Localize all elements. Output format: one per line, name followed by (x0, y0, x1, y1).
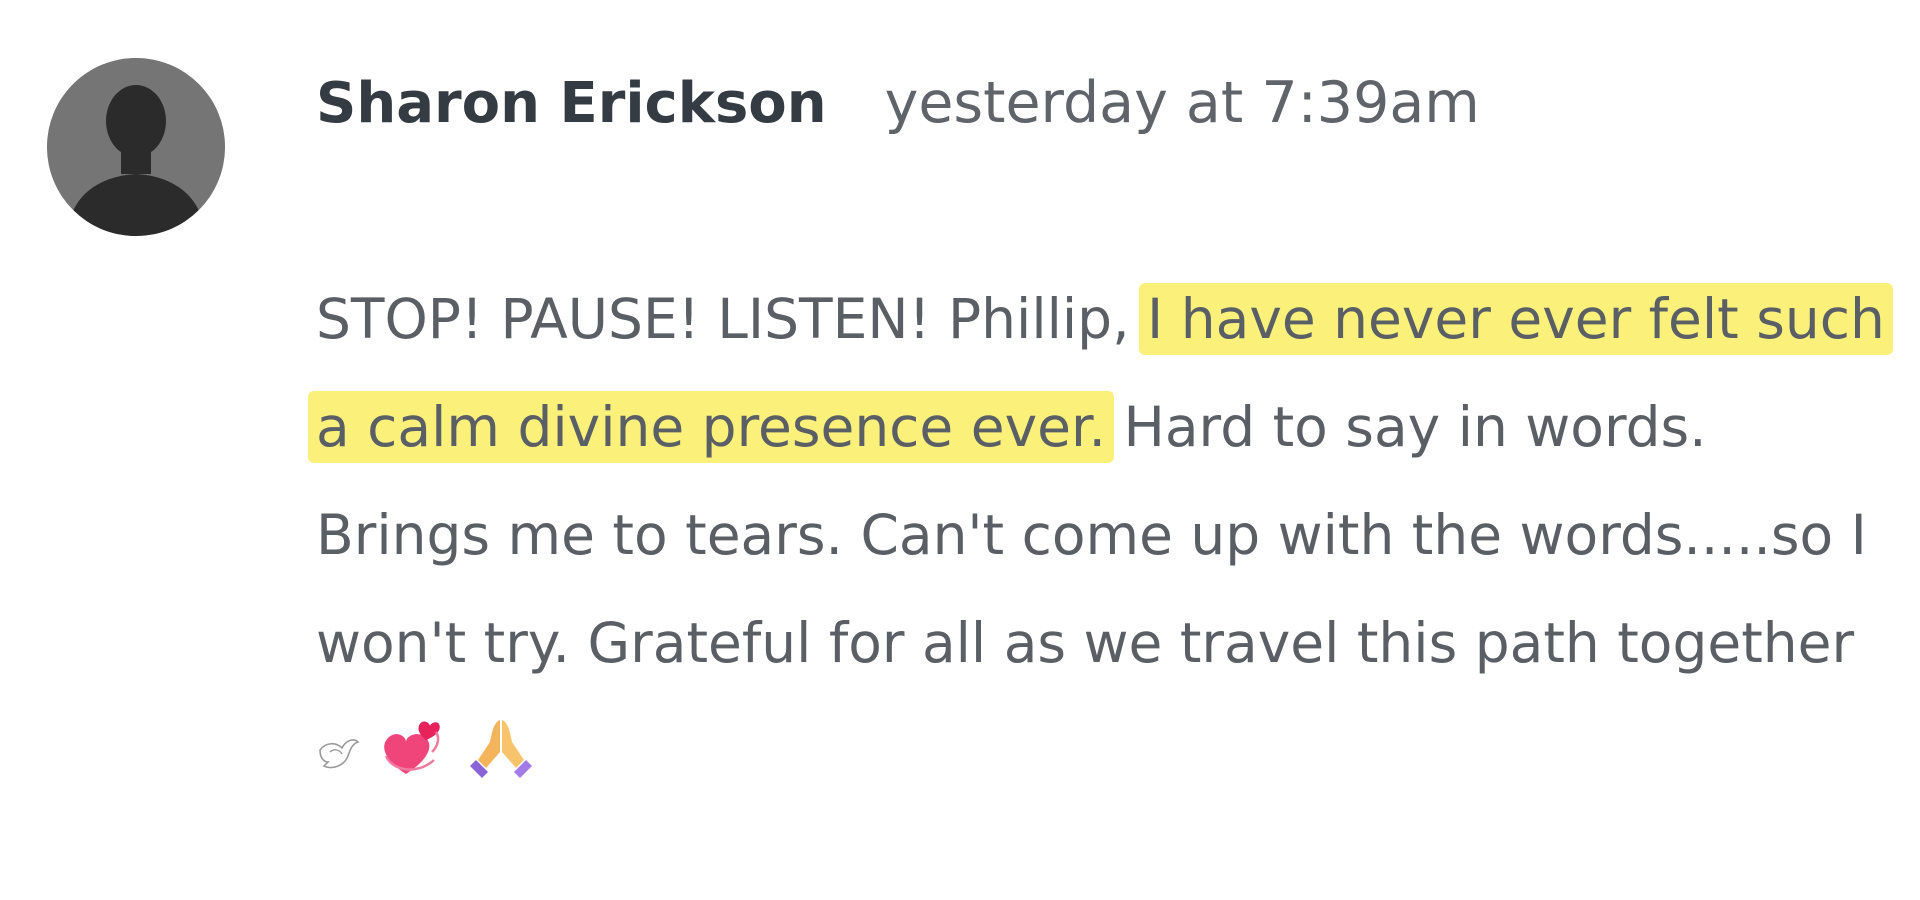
comment-text-start: STOP! PAUSE! LISTEN! Phillip, (316, 287, 1130, 351)
revolving-hearts-icon (376, 716, 442, 778)
timestamp[interactable]: yesterday at 7:39am (885, 70, 1480, 136)
avatar[interactable] (47, 58, 225, 236)
comment-header: Sharon Erickson yesterday at 7:39am (316, 70, 1480, 136)
default-user-silhouette-icon (47, 58, 225, 236)
author-name[interactable]: Sharon Erickson (316, 71, 827, 136)
dove-icon (316, 728, 360, 778)
comment-body: STOP! PAUSE! LISTEN! Phillip, I have nev… (308, 265, 1896, 805)
comment-card: Sharon Erickson yesterday at 7:39am STOP!… (0, 0, 1920, 900)
folded-hands-icon (468, 716, 534, 778)
